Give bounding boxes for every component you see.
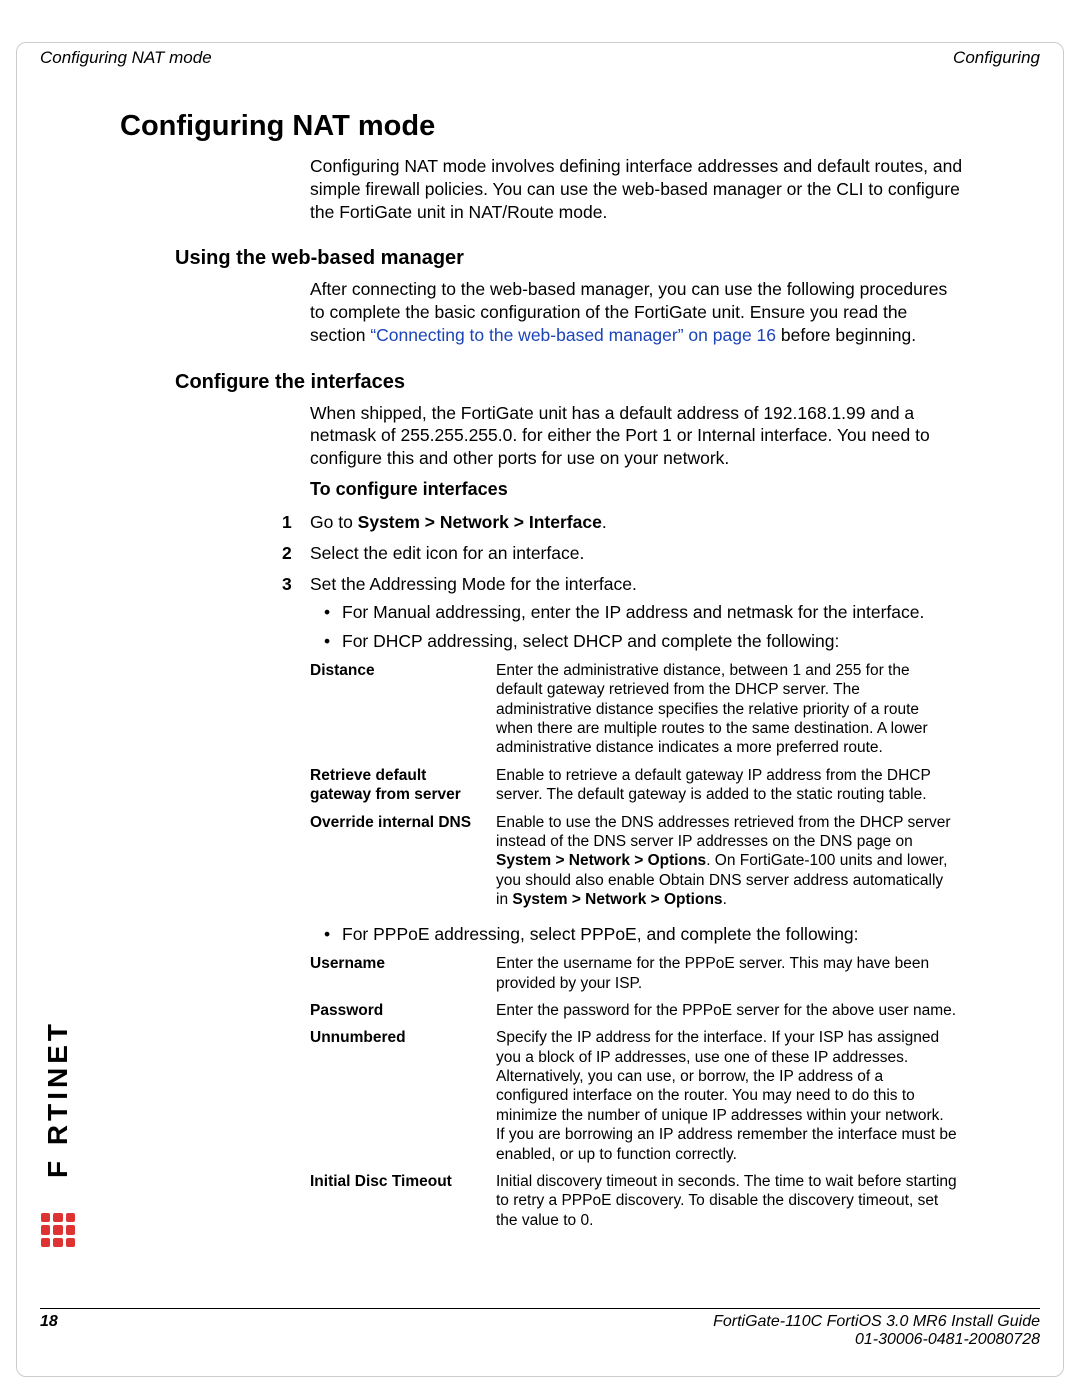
- fortinet-logo: F RTINET: [38, 1007, 78, 1247]
- step-3: Set the Addressing Mode for the interfac…: [310, 573, 965, 1236]
- bullet-pppoe: For PPPoE addressing, select PPPoE, and …: [324, 923, 965, 946]
- section-heading-web-manager: Using the web-based manager: [175, 247, 965, 270]
- table-row: Distance Enter the administrative distan…: [310, 659, 965, 764]
- running-header-left: Configuring NAT mode: [40, 48, 212, 68]
- menu-path: System > Network > Options: [512, 891, 722, 908]
- table-row: Override internal DNS Enable to use the …: [310, 811, 965, 916]
- page-title: Configuring NAT mode: [120, 110, 965, 143]
- opt-desc: Enter the administrative distance, betwe…: [496, 659, 965, 764]
- opt-label: Username: [310, 952, 496, 999]
- fortinet-icon: [41, 1213, 75, 1247]
- opt-desc: Enter the password for the PPPoE server …: [496, 999, 965, 1026]
- page-footer: FortiGate-110C FortiOS 3.0 MR6 Install G…: [40, 1308, 1040, 1349]
- step-2: Select the edit icon for an interface.: [310, 542, 965, 565]
- opt-label: Password: [310, 999, 496, 1026]
- opt-desc: Specify the IP address for the interface…: [496, 1026, 965, 1170]
- text-frag: Specify the IP address for the interface…: [496, 1028, 959, 1125]
- table-row: Retrieve default gateway from server Ena…: [310, 764, 965, 811]
- opt-label: Distance: [310, 659, 496, 764]
- running-header: Configuring NAT mode Configuring: [40, 48, 1040, 68]
- opt-label: Initial Disc Timeout: [310, 1170, 496, 1236]
- menu-path: System > Network > Options: [496, 852, 706, 869]
- opt-desc: Enable to use the DNS addresses retrieve…: [496, 811, 965, 916]
- text-frag: .: [602, 512, 607, 532]
- footer-doc-number: 01-30006-0481-20080728: [713, 1331, 1040, 1349]
- web-manager-paragraph: After connecting to the web-based manage…: [310, 278, 965, 346]
- xref-connecting-link[interactable]: “Connecting to the web-based manager” on…: [370, 325, 776, 345]
- opt-desc: Enter the username for the PPPoE server.…: [496, 952, 965, 999]
- fortinet-wordmark: F RTINET: [42, 1020, 74, 1178]
- text-frag: before beginning.: [776, 325, 916, 345]
- text-frag: Enable to use the DNS addresses retrieve…: [496, 814, 951, 850]
- opt-desc: Enable to retrieve a default gateway IP …: [496, 764, 965, 811]
- table-row: Username Enter the username for the PPPo…: [310, 952, 965, 999]
- pppoe-options-table: Username Enter the username for the PPPo…: [310, 952, 965, 1236]
- procedure-heading: To configure interfaces: [310, 478, 965, 501]
- intro-paragraph: Configuring NAT mode involves defining i…: [310, 155, 965, 223]
- procedure-steps: Go to System > Network > Interface. Sele…: [310, 511, 965, 1236]
- bullet-manual: For Manual addressing, enter the IP addr…: [324, 601, 965, 624]
- section-heading-configure-interfaces: Configure the interfaces: [175, 371, 965, 394]
- text-frag: .: [723, 891, 727, 908]
- table-row: Unnumbered Specify the IP address for th…: [310, 1026, 965, 1170]
- opt-label: Override internal DNS: [310, 811, 496, 916]
- table-row: Initial Disc Timeout Initial discovery t…: [310, 1170, 965, 1236]
- step-3-sublist: For Manual addressing, enter the IP addr…: [324, 601, 965, 653]
- text-frag: Set the Addressing Mode for the interfac…: [310, 574, 637, 594]
- page-number: 18: [40, 1313, 58, 1330]
- dhcp-options-table: Distance Enter the administrative distan…: [310, 659, 965, 916]
- text-frag: Go to: [310, 512, 358, 532]
- menu-path: System > Network > Interface: [358, 512, 602, 532]
- configure-interfaces-paragraph: When shipped, the FortiGate unit has a d…: [310, 402, 965, 470]
- bullet-dhcp: For DHCP addressing, select DHCP and com…: [324, 630, 965, 653]
- step-3-sublist-2: For PPPoE addressing, select PPPoE, and …: [324, 923, 965, 946]
- table-row: Password Enter the password for the PPPo…: [310, 999, 965, 1026]
- opt-desc: Initial discovery timeout in seconds. Th…: [496, 1170, 965, 1236]
- opt-label: Retrieve default gateway from server: [310, 764, 496, 811]
- opt-label: Unnumbered: [310, 1026, 496, 1170]
- running-header-right: Configuring: [953, 48, 1040, 68]
- text-frag: If you are borrowing an IP address remem…: [496, 1125, 959, 1164]
- step-1: Go to System > Network > Interface.: [310, 511, 965, 534]
- footer-doc-title: FortiGate-110C FortiOS 3.0 MR6 Install G…: [713, 1313, 1040, 1331]
- page-content: Configuring NAT mode Configuring NAT mod…: [120, 110, 965, 1244]
